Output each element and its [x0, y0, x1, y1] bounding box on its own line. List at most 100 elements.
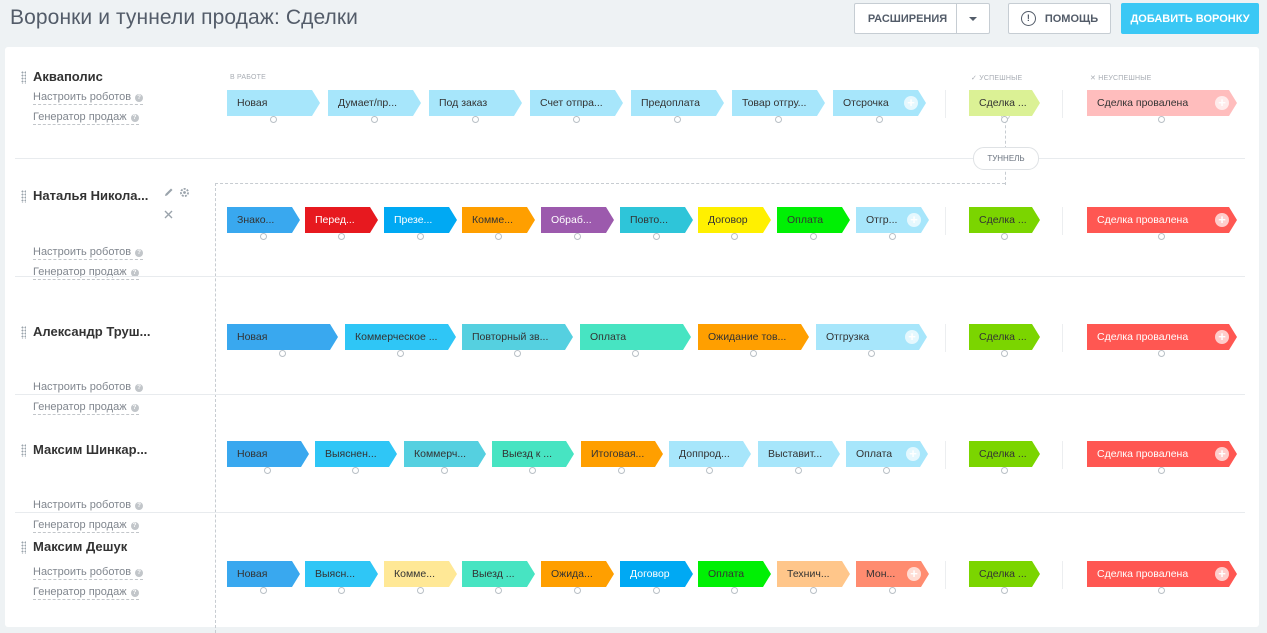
- help-icon[interactable]: ?: [135, 569, 144, 577]
- stage-item[interactable]: Новая: [227, 90, 320, 123]
- stage-connector[interactable]: [338, 587, 345, 594]
- fail-stage[interactable]: Сделка провалена +: [1087, 207, 1237, 240]
- stage-connector[interactable]: [441, 467, 448, 474]
- stage-6[interactable]: Оплата: [698, 561, 771, 587]
- stage-connector[interactable]: [1001, 587, 1008, 594]
- stage-connector[interactable]: [653, 233, 660, 240]
- stage-connector[interactable]: [883, 467, 890, 474]
- stage-connector[interactable]: [264, 467, 271, 474]
- stage-item[interactable]: Отсрочка +: [833, 90, 926, 123]
- stage-connector[interactable]: [1158, 350, 1165, 357]
- stage-3[interactable]: Счет отпра...: [530, 90, 623, 116]
- stage-item[interactable]: Под заказ: [429, 90, 522, 123]
- stage-3[interactable]: Выезд ...: [462, 561, 535, 587]
- success-stage-box[interactable]: Сделка ...: [969, 90, 1040, 116]
- stage-0[interactable]: Новая: [227, 561, 300, 587]
- stage-connector[interactable]: [1001, 467, 1008, 474]
- stage-4[interactable]: Итоговая...: [581, 441, 663, 467]
- stage-connector[interactable]: [260, 587, 267, 594]
- robots-link[interactable]: Настроить роботов?: [33, 499, 144, 513]
- stage-5[interactable]: Товар отгру...: [732, 90, 825, 116]
- stage-item[interactable]: Презе...: [384, 207, 457, 240]
- stage-3[interactable]: Оплата: [580, 324, 691, 350]
- stage-item[interactable]: Технич...: [777, 561, 850, 594]
- stage-item[interactable]: Новая: [227, 441, 309, 474]
- stage-6[interactable]: Договор: [698, 207, 771, 233]
- stage-item[interactable]: Договор: [620, 561, 693, 594]
- sales-generator-link[interactable]: Генератор продаж?: [33, 586, 139, 600]
- stage-connector[interactable]: [529, 467, 536, 474]
- stage-item[interactable]: Выезд к ...: [492, 441, 574, 474]
- tunnel-badge[interactable]: ТУННЕЛЬ: [973, 147, 1039, 170]
- stage-item[interactable]: Мон... +: [856, 561, 929, 594]
- stage-connector[interactable]: [706, 467, 713, 474]
- stage-connector[interactable]: [889, 233, 896, 240]
- delete-funnel-icon[interactable]: [164, 210, 173, 219]
- add-stage-icon[interactable]: +: [1215, 447, 1229, 461]
- stage-2[interactable]: Презе...: [384, 207, 457, 233]
- stage-2[interactable]: Коммерч...: [404, 441, 486, 467]
- stage-item[interactable]: Ожида...: [541, 561, 614, 594]
- stage-item[interactable]: Повторный зв...: [462, 324, 573, 357]
- edit-icon[interactable]: [164, 187, 174, 197]
- chevron-down-icon[interactable]: [957, 16, 989, 21]
- stage-item[interactable]: Выставит...: [758, 441, 840, 474]
- stage-4[interactable]: Ожидание тов...: [698, 324, 809, 350]
- stage-0[interactable]: Новая: [227, 90, 320, 116]
- stage-connector[interactable]: [495, 587, 502, 594]
- stage-item[interactable]: Счет отпра...: [530, 90, 623, 123]
- sales-generator-link[interactable]: Генератор продаж?: [33, 111, 139, 125]
- add-stage-icon[interactable]: +: [1215, 96, 1229, 110]
- stage-connector[interactable]: [876, 116, 883, 123]
- drag-handle-icon[interactable]: [21, 190, 26, 203]
- robots-link[interactable]: Настроить роботов?: [33, 566, 144, 580]
- add-stage-icon[interactable]: +: [905, 330, 919, 344]
- stage-connector[interactable]: [338, 233, 345, 240]
- stage-item[interactable]: Обраб...: [541, 207, 614, 240]
- add-stage-icon[interactable]: +: [904, 96, 918, 110]
- stage-connector[interactable]: [279, 350, 286, 357]
- stage-connector[interactable]: [775, 116, 782, 123]
- help-icon[interactable]: ?: [130, 589, 139, 597]
- funnel-name[interactable]: Наталья Никола...: [33, 188, 148, 203]
- add-stage-icon[interactable]: +: [907, 213, 921, 227]
- stage-5[interactable]: Договор: [620, 561, 693, 587]
- stage-item[interactable]: Оплата: [580, 324, 691, 357]
- stage-1[interactable]: Коммерческое ...: [345, 324, 456, 350]
- drag-handle-icon[interactable]: [21, 541, 26, 554]
- add-funnel-button[interactable]: ДОБАВИТЬ ВОРОНКУ: [1121, 3, 1259, 34]
- stage-connector[interactable]: [417, 587, 424, 594]
- success-stage-box[interactable]: Сделка ...: [969, 207, 1040, 233]
- success-stage[interactable]: Сделка ...: [969, 441, 1040, 474]
- stage-connector[interactable]: [472, 116, 479, 123]
- success-stage[interactable]: Сделка ...: [969, 207, 1040, 240]
- stage-connector[interactable]: [674, 116, 681, 123]
- stage-connector[interactable]: [1001, 233, 1008, 240]
- help-icon[interactable]: ?: [135, 249, 144, 257]
- help-icon[interactable]: ?: [135, 502, 144, 510]
- stage-item[interactable]: Доппрод...: [669, 441, 751, 474]
- robots-link[interactable]: Настроить роботов?: [33, 246, 144, 260]
- stage-2[interactable]: Повторный зв...: [462, 324, 573, 350]
- stage-connector[interactable]: [1158, 116, 1165, 123]
- stage-connector[interactable]: [371, 116, 378, 123]
- stage-connector[interactable]: [574, 233, 581, 240]
- stage-item[interactable]: Оплата +: [846, 441, 928, 474]
- fail-stage[interactable]: Сделка провалена +: [1087, 441, 1237, 474]
- fail-stage[interactable]: Сделка провалена +: [1087, 90, 1237, 123]
- robots-link[interactable]: Настроить роботов?: [33, 381, 144, 395]
- stage-item[interactable]: Выезд ...: [462, 561, 535, 594]
- drag-handle-icon[interactable]: [21, 71, 26, 84]
- stage-1[interactable]: Думает/пр...: [328, 90, 421, 116]
- help-icon[interactable]: ?: [130, 114, 139, 122]
- stage-item[interactable]: Товар отгру...: [732, 90, 825, 123]
- stage-item[interactable]: Договор: [698, 207, 771, 240]
- add-stage-icon[interactable]: +: [906, 447, 920, 461]
- stage-item[interactable]: Комме...: [384, 561, 457, 594]
- stage-connector[interactable]: [750, 350, 757, 357]
- stage-connector[interactable]: [810, 233, 817, 240]
- stage-5[interactable]: Повто...: [620, 207, 693, 233]
- funnel-name[interactable]: Акваполис: [33, 69, 103, 84]
- funnel-name[interactable]: Александр Труш...: [33, 324, 150, 339]
- stage-connector[interactable]: [731, 233, 738, 240]
